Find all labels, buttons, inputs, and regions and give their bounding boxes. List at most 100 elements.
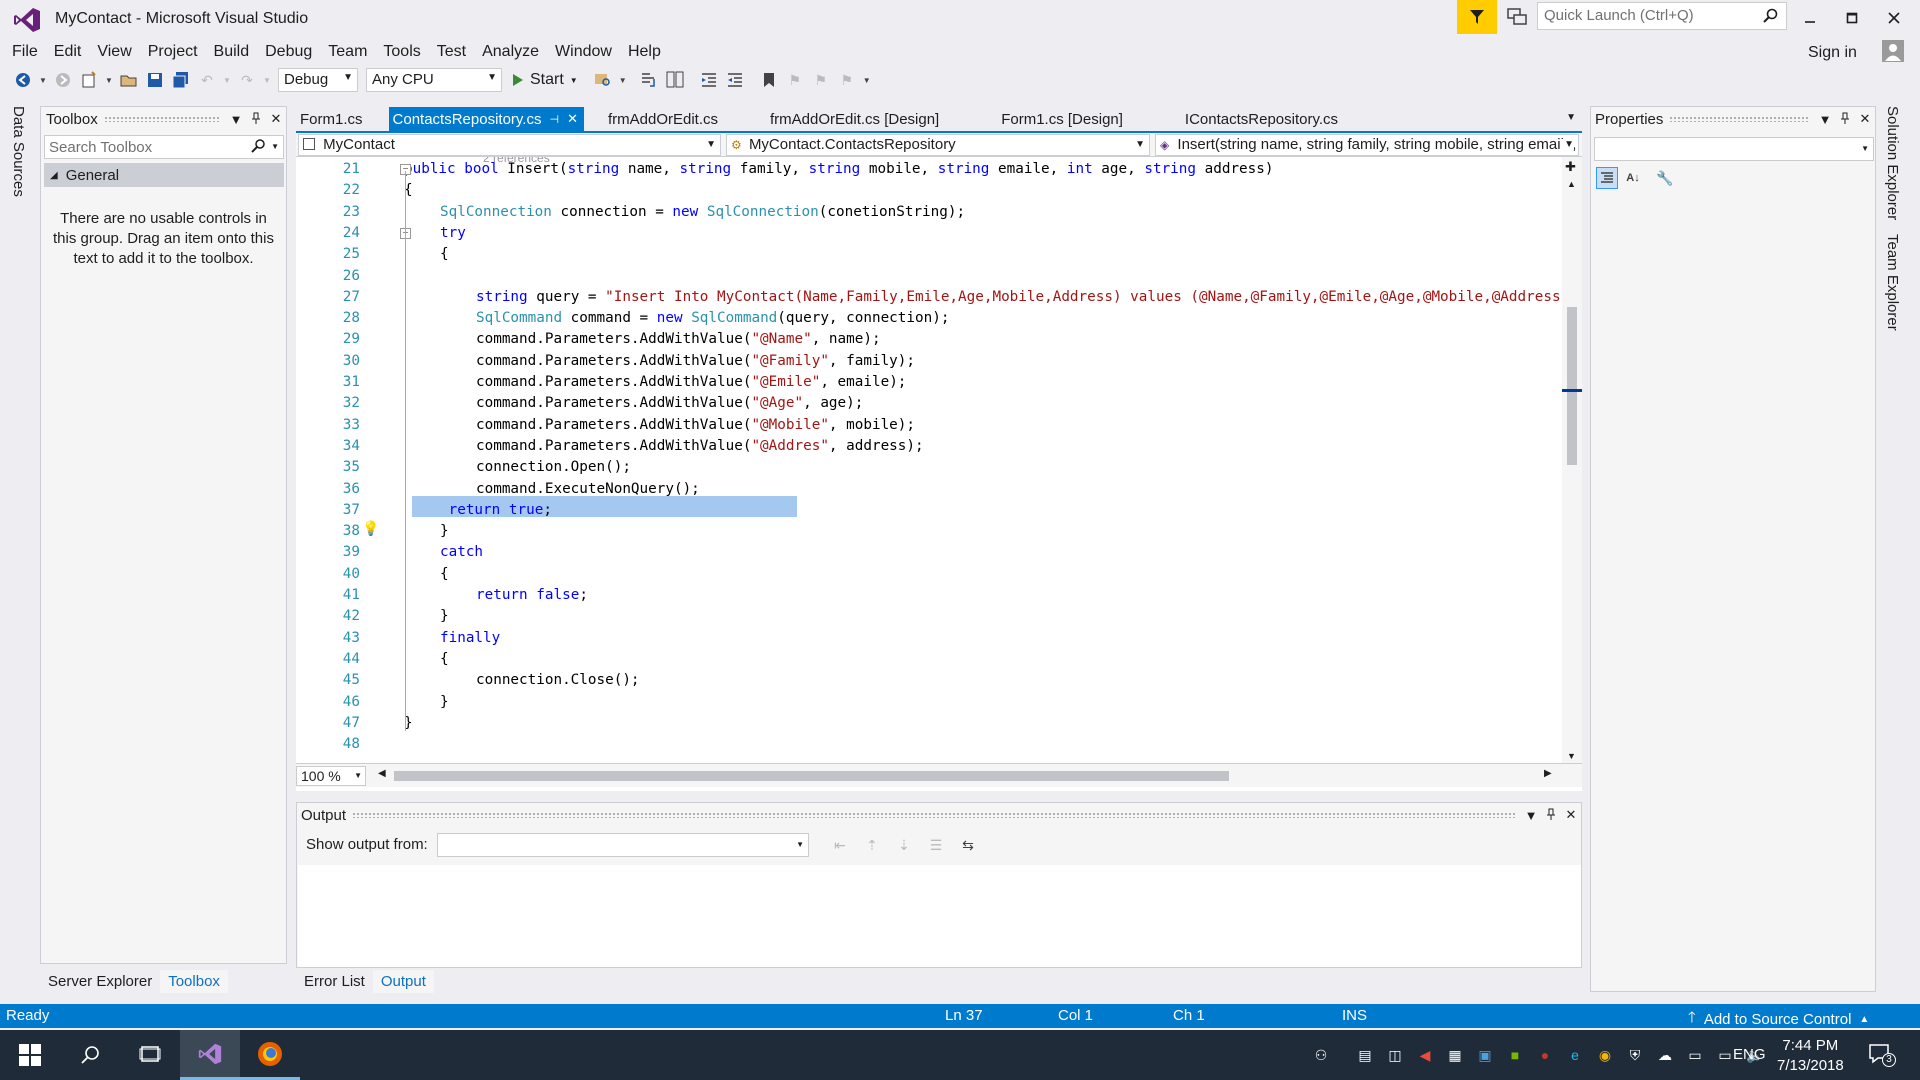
menu-window[interactable]: Window	[547, 40, 620, 64]
tab-contactsrepository-cs[interactable]: ContactsRepository.cs ⊣ ✕	[388, 107, 584, 131]
close-icon[interactable]: ✕	[567, 111, 578, 127]
menu-view[interactable]: View	[89, 40, 139, 64]
drag-handle[interactable]	[352, 812, 1515, 818]
visual-studio-logo-icon[interactable]	[12, 6, 42, 34]
onedrive-icon[interactable]: ☁	[1654, 1044, 1676, 1066]
network-icon[interactable]: ▭	[1684, 1044, 1706, 1066]
find-in-files-icon[interactable]	[592, 69, 614, 91]
previous-bookmark-icon[interactable]: ⚑	[784, 69, 806, 91]
start-debugging-button[interactable]: Start ▼	[506, 71, 584, 89]
search-icon[interactable]	[60, 1030, 120, 1080]
pin-icon[interactable]: ⊣	[549, 113, 559, 126]
ie-icon[interactable]: e	[1564, 1044, 1586, 1066]
dropdown-arrow-icon[interactable]: ▼	[104, 69, 114, 91]
code-area[interactable]: 2 references 21 public bool Insert(string …	[296, 157, 1562, 763]
navigate-forward-icon[interactable]	[52, 69, 74, 91]
properties-object-select[interactable]: ▼	[1594, 137, 1874, 161]
tray-app-icon[interactable]: ▣	[1474, 1044, 1496, 1066]
configuration-select[interactable]: Debug ▼	[278, 68, 358, 92]
data-sources-tab[interactable]: Data Sources	[10, 106, 27, 197]
account-avatar-icon[interactable]	[1882, 40, 1904, 62]
scroll-up-icon[interactable]: ▲	[1567, 179, 1576, 189]
horizontal-scroll-thumb[interactable]	[394, 771, 1229, 781]
close-icon[interactable]: ✕	[1855, 111, 1875, 127]
drag-handle[interactable]	[1669, 116, 1809, 122]
alphabetical-icon[interactable]: A↓	[1622, 167, 1644, 189]
clear-all-icon[interactable]: ☰	[925, 834, 947, 856]
toolbox-search-input[interactable]: Search Toolbox ▼	[44, 135, 284, 159]
navigate-back-icon[interactable]	[12, 69, 34, 91]
quick-launch-input[interactable]: Quick Launch (Ctrl+Q)	[1537, 2, 1787, 30]
input-language[interactable]: ENG	[1733, 1046, 1766, 1063]
tray-app-icon[interactable]: ◫	[1384, 1044, 1406, 1066]
indent-icon[interactable]	[724, 69, 746, 91]
clear-bookmarks-icon[interactable]: ⚑	[836, 69, 858, 91]
close-icon[interactable]: ✕	[1561, 807, 1581, 823]
vertical-scrollbar[interactable]: ✚ ▲ ▼	[1562, 157, 1582, 763]
scroll-left-icon[interactable]: ◀	[378, 768, 386, 779]
taskbar-clock[interactable]: 7:44 PM 7/13/2018	[1777, 1036, 1844, 1076]
collapse-triangle-icon[interactable]: ◢	[50, 170, 58, 181]
firefox-icon[interactable]	[240, 1030, 300, 1080]
zoom-select[interactable]: 100 % ▼	[296, 766, 366, 786]
pin-icon[interactable]	[1541, 808, 1561, 823]
split-window-icon[interactable]: ✚	[1565, 159, 1576, 175]
tray-app-icon[interactable]: ▤	[1354, 1044, 1376, 1066]
drag-handle[interactable]	[103, 116, 220, 122]
dropdown-arrow-icon[interactable]: ▼	[618, 69, 628, 91]
windows-start-icon[interactable]	[0, 1030, 60, 1080]
task-view-icon[interactable]	[120, 1030, 180, 1080]
menu-project[interactable]: Project	[140, 40, 206, 64]
scroll-down-icon[interactable]: ▼	[1567, 751, 1576, 761]
next-bookmark-icon[interactable]: ⚑	[810, 69, 832, 91]
shield-icon[interactable]: ⛨	[1624, 1044, 1646, 1066]
redo-icon[interactable]: ↷	[236, 69, 258, 91]
properties-grid[interactable]	[1594, 197, 1874, 897]
tab-toolbox[interactable]: Toolbox	[160, 969, 228, 993]
find-message-icon[interactable]: ⇤	[829, 834, 851, 856]
tab-icontactsrepository-cs[interactable]: IContactsRepository.cs	[1181, 107, 1344, 131]
toolbar-overflow-icon[interactable]: ▼	[862, 69, 872, 91]
nvidia-icon[interactable]: ■	[1504, 1044, 1526, 1066]
categorized-icon[interactable]	[1596, 167, 1618, 189]
tray-app-icon[interactable]: ▦	[1444, 1044, 1466, 1066]
notifications-flag-icon[interactable]	[1457, 0, 1497, 34]
toggle-view-icon[interactable]	[664, 69, 686, 91]
lightbulb-icon[interactable]: 💡	[362, 521, 379, 537]
tray-app-icon[interactable]: ◀	[1414, 1044, 1436, 1066]
tab-overflow-icon[interactable]: ▼	[1566, 112, 1576, 123]
member-dropdown[interactable]: ◈ Insert(string name, string family, str…	[1155, 134, 1579, 156]
menu-test[interactable]: Test	[429, 40, 474, 64]
close-window-button[interactable]	[1876, 4, 1912, 32]
chrome-icon[interactable]: ◉	[1594, 1044, 1616, 1066]
project-dropdown[interactable]: MyContact ▼	[298, 134, 721, 156]
tab-frmaddoredit-cs[interactable]: frmAddOrEdit.cs	[604, 107, 724, 131]
feedback-icon[interactable]	[1503, 4, 1531, 30]
menu-debug[interactable]: Debug	[257, 40, 320, 64]
menu-analyze[interactable]: Analyze	[474, 40, 547, 64]
step-into-icon[interactable]	[638, 69, 660, 91]
chevron-down-icon[interactable]: ▼	[271, 142, 279, 151]
people-icon[interactable]: ⚇	[1310, 1044, 1332, 1066]
pin-icon[interactable]	[246, 112, 266, 127]
undo-icon[interactable]: ↶	[196, 69, 218, 91]
scroll-right-icon[interactable]: ▶	[1544, 768, 1552, 779]
window-position-icon[interactable]: ▼	[1815, 112, 1835, 127]
tab-team-explorer[interactable]: Team Explorer	[1884, 234, 1901, 331]
tab-form1-cs[interactable]: Form1.cs	[296, 107, 369, 131]
class-dropdown[interactable]: ⚙ MyContact.ContactsRepository ▼	[726, 134, 1150, 156]
pin-icon[interactable]	[1835, 112, 1855, 127]
menu-tools[interactable]: Tools	[375, 40, 428, 64]
tab-form1-design[interactable]: Form1.cs [Design]	[997, 107, 1129, 131]
sign-in-link[interactable]: Sign in	[1808, 44, 1857, 62]
tab-solution-explorer[interactable]: Solution Explorer	[1884, 106, 1901, 220]
bookmark-icon[interactable]	[758, 69, 780, 91]
menu-file[interactable]: File	[4, 40, 46, 64]
platform-select[interactable]: Any CPU ▼	[366, 68, 502, 92]
window-position-icon[interactable]: ▼	[226, 112, 246, 127]
status-insert-mode[interactable]: INS	[1342, 1007, 1367, 1024]
new-project-icon[interactable]	[78, 69, 100, 91]
output-text-area[interactable]	[298, 865, 1581, 967]
outdent-icon[interactable]	[698, 69, 720, 91]
menu-help[interactable]: Help	[620, 40, 669, 64]
